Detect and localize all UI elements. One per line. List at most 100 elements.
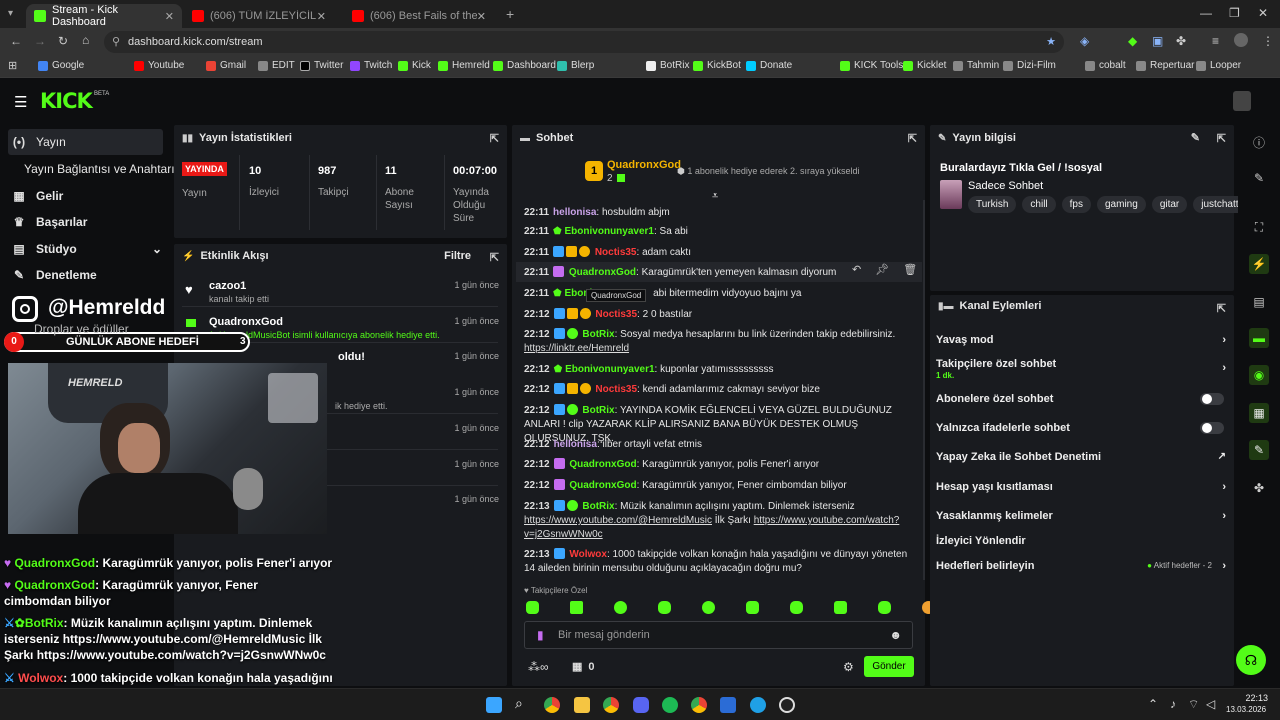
kick-logo[interactable]: KICK [40,89,93,113]
sidebar-item-stream-key[interactable]: Yayın Bağlantısı ve Anahtarı [24,162,175,176]
mic-tray-icon[interactable]: ♪ [1170,697,1176,711]
hamburger-icon[interactable]: ☰ [14,93,27,111]
bolt-rail-icon[interactable]: ⚡ [1249,254,1269,274]
chat-link[interactable]: https://www.youtube.com/@HemreldMusic [524,515,712,526]
emote-icon[interactable] [570,601,583,614]
bookmark-dizi-film[interactable]: Dizi-Film [1003,60,1056,71]
bookmark-blerp[interactable]: Blerp [557,60,594,71]
mic-icon[interactable]: ▮ [537,628,544,642]
send-button[interactable]: Gönder [864,656,914,677]
close-icon[interactable]: ✕ [477,10,486,23]
chat-rail-icon[interactable]: ▬ [1249,328,1269,348]
edge-icon[interactable] [750,697,766,713]
tab-youtube-2[interactable]: (606) Best Fails of the Week | F ✕ [344,4,494,28]
wrench-rail-icon[interactable]: ✎ [1249,440,1269,460]
chat-username[interactable]: Wolwox [569,549,607,560]
chat-username[interactable]: BotRix [582,405,614,416]
collapse-pin-icon[interactable]: ⩡ [712,190,718,203]
pinned-user[interactable]: QuadronxGod [607,159,681,171]
clock-time[interactable]: 22:13 [1230,693,1268,703]
emote-icon[interactable] [790,601,803,614]
discord-icon[interactable] [633,697,649,713]
window-close-icon[interactable]: ✕ [1258,6,1268,20]
layout-icon[interactable]: ▦ [1249,403,1269,423]
action-account-age[interactable]: Hesap yaşı kısıtlaması › [936,481,1226,493]
reload-icon[interactable]: ↻ [58,34,68,48]
clock-date[interactable]: 13.03.2026 [1226,705,1266,714]
chat-username[interactable]: Noctis35 [595,309,637,320]
info-icon[interactable]: ⓘ [1252,134,1266,150]
filter-button[interactable]: Filtre [444,250,471,262]
popout-icon[interactable]: ⇱ [1217,302,1226,315]
wifi-icon[interactable]: ⌔ [1188,697,1199,712]
tab-search-icon[interactable]: ▾ [8,8,13,19]
search-icon[interactable]: ⌕ [515,695,523,712]
home-icon[interactable]: ⌂ [82,33,89,47]
action-slow-mode[interactable]: Yavaş mod › [936,334,1226,346]
document-icon[interactable]: ▤ [1252,295,1266,309]
popout-icon[interactable]: ⇱ [490,132,499,145]
tag[interactable]: Turkish [968,196,1017,213]
apps-icon[interactable]: ⊞ [8,59,17,72]
chat-username[interactable]: Noctis35 [595,384,637,395]
bookmark-edit[interactable]: EDIT [258,60,295,71]
folder-icon[interactable] [574,697,590,713]
chat-username[interactable]: QuadronxGod [569,459,636,470]
bookmark-dashboard[interactable]: Dashboard [493,60,556,71]
edit-rail-icon[interactable]: ✎ [1252,171,1266,185]
chat-username[interactable]: BotRix [582,329,614,340]
chat-username[interactable]: Ebonivonunyaver1 [565,364,654,375]
bookmark-hemreld[interactable]: Hemreld [438,60,490,71]
media-icon[interactable]: ≡ [1212,34,1219,48]
chat-username[interactable]: QuadronxGod [569,267,636,278]
bookmark-kickbot[interactable]: KickBot [693,60,741,71]
start-icon[interactable] [486,697,502,713]
close-icon[interactable]: ✕ [317,10,326,23]
obs-icon[interactable] [779,697,795,713]
toggle-switch[interactable] [1200,422,1224,434]
extension-icon[interactable]: ◈ [1080,34,1089,48]
bookmark-botrix[interactable]: BotRix [646,60,689,71]
spotify-icon[interactable] [662,697,678,713]
menu-icon[interactable]: ⋮ [1262,34,1274,48]
bookmark-twitch[interactable]: Twitch [350,60,392,71]
sidebar-item-basarilar[interactable]: ♛ Başarılar [12,215,88,229]
popout-icon[interactable]: ⇱ [908,132,917,145]
points-display[interactable]: ▦ 0 [572,660,595,673]
bookmark-google[interactable]: Google [38,60,84,71]
bookmark-kick-tools[interactable]: KICK Tools [840,60,903,71]
chat-link[interactable]: https://linktr.ee/Hemreld [524,343,629,354]
sidebar-item-denetleme[interactable]: ✎ Denetleme [12,268,97,282]
popout-icon[interactable]: ⇱ [1217,132,1226,145]
chrome-icon[interactable] [691,697,707,713]
tag[interactable]: gaming [1097,196,1146,213]
sidebar-item-droplar[interactable]: Droplar ve ödüller [34,322,129,336]
emote-icon[interactable] [702,601,715,614]
emote-icon[interactable] [526,601,539,614]
bookmark-star-icon[interactable]: ★ [1046,31,1056,53]
broadcast-rail-icon[interactable]: ◉ [1249,365,1269,385]
emote-icon[interactable] [746,601,759,614]
chat-username[interactable]: QuadronxGod [569,480,636,491]
forward-icon[interactable]: → [34,34,46,48]
bookmark-tahmin[interactable]: Tahmin [953,60,999,71]
emote-icon[interactable] [834,601,847,614]
bookmark-repertuar[interactable]: Repertuar [1136,60,1194,71]
chat-scrollbar[interactable] [923,200,925,580]
app-icon[interactable] [720,697,736,713]
support-button[interactable]: ☊ [1236,645,1266,675]
chrome-icon[interactable] [603,697,619,713]
chat-input[interactable]: ▮ Bir mesaj gönderin ☻ [524,621,913,649]
chrome-icon[interactable] [544,697,560,713]
bookmark-looper[interactable]: Looper [1196,60,1241,71]
sidebar-item-yayin[interactable]: (•) Yayın [12,135,66,149]
tab-kick-dashboard[interactable]: Stream - Kick Dashboard ✕ [26,4,182,28]
action-goals[interactable]: Hedefleri belirleyin ● Aktif hedefler - … [936,560,1226,572]
url-field[interactable]: ⚲ dashboard.kick.com/stream ★ [104,31,1064,53]
extension-icon[interactable]: ▣ [1152,34,1163,48]
chat-username[interactable]: Noctis35 [595,247,637,258]
volume-icon[interactable]: ◁ [1206,697,1215,711]
emoji-icon[interactable]: ☻ [889,628,902,642]
bookmark-youtube[interactable]: Youtube [134,60,184,71]
sidebar-item-studyo[interactable]: ▤ Stüdyo ⌄ [12,242,162,256]
